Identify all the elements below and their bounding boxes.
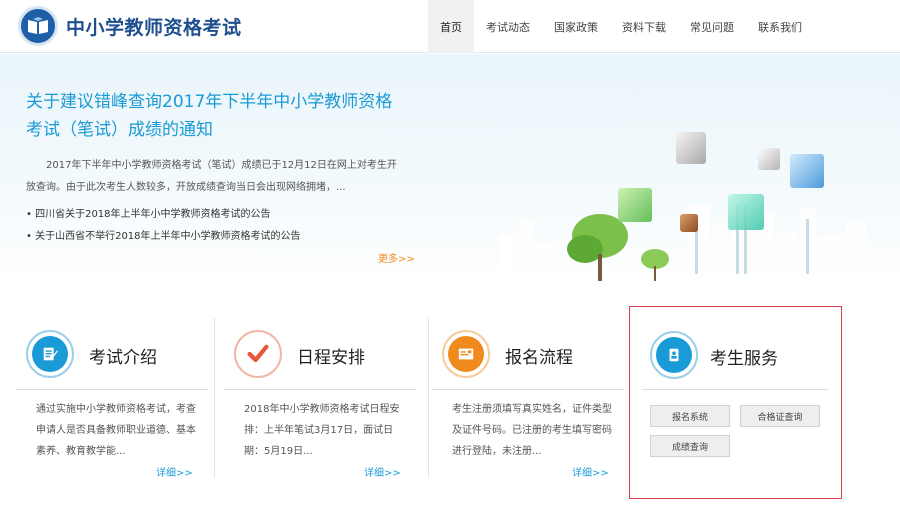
floating-cube-orange	[680, 214, 698, 232]
news-item[interactable]: 关于山西省不举行2018年上半年中小学教师资格考试的公告	[26, 226, 406, 248]
card-title[interactable]: 日程安排	[297, 343, 365, 368]
site-title[interactable]: 中小学教师资格考试	[66, 13, 242, 40]
more-news-link[interactable]: 更多>>	[378, 250, 415, 265]
document-icon	[32, 336, 68, 372]
card-registration-process: 报名流程 考生注册须填写真实姓名，证件类型及证件号码。已注册的考生填写密码进行登…	[432, 313, 628, 493]
divider	[432, 389, 624, 390]
card-title[interactable]: 考试介绍	[89, 343, 157, 368]
floating-cube-teal	[728, 194, 764, 230]
certificate-query-button[interactable]: 合格证查询	[740, 405, 820, 427]
divider	[224, 389, 416, 390]
divider	[428, 318, 429, 478]
nav-faq[interactable]: 常见问题	[678, 0, 746, 53]
score-query-button[interactable]: 成绩查询	[650, 435, 730, 457]
nav-policy[interactable]: 国家政策	[542, 0, 610, 53]
card-icon-ring	[234, 330, 282, 378]
card-schedule: 日程安排 2018年中小学教师资格考试日程安排：上半年笔试3月17日，面试日期：…	[224, 313, 420, 493]
card-more-link[interactable]: 详细>>	[364, 464, 401, 479]
card-more-link[interactable]: 详细>>	[156, 464, 193, 479]
main-nav: 首页 考试动态 国家政策 资料下载 常见问题 联系我们	[428, 0, 814, 53]
headline-link[interactable]: 关于建议错峰查询2017年下半年中小学教师资格考试（笔试）成绩的通知	[26, 88, 406, 144]
feature-cards: 考试介绍 通过实施中小学教师资格考试，考查申请人是否具备教师职业道德、基本素养、…	[0, 283, 900, 513]
book-icon	[28, 17, 48, 34]
contact-book-icon	[656, 337, 692, 373]
divider	[642, 389, 828, 390]
news-list: 四川省关于2018年上半年小中学教师资格考试的公告 关于山西省不举行2018年上…	[26, 204, 406, 248]
card-title[interactable]: 报名流程	[505, 343, 573, 368]
nav-exam-news[interactable]: 考试动态	[474, 0, 542, 53]
card-icon-ring	[442, 330, 490, 378]
service-title[interactable]: 考生服务	[710, 344, 778, 369]
nav-downloads[interactable]: 资料下载	[610, 0, 678, 53]
news-summary: 2017年下半年中小学教师资格考试（笔试）成绩已于12月12日在网上对考生开放查…	[26, 160, 397, 193]
card-text: 2018年中小学教师资格考试日程安排：上半年笔试3月17日，面试日期：5月19日…	[244, 404, 400, 457]
candidate-services-panel: 考生服务 报名系统 合格证查询 成绩查询	[629, 306, 842, 499]
form-icon	[448, 336, 484, 372]
card-exam-intro: 考试介绍 通过实施中小学教师资格考试，考查申请人是否具备教师职业道德、基本素养、…	[16, 313, 212, 493]
site-logo[interactable]	[18, 6, 58, 46]
nav-home[interactable]: 首页	[428, 0, 474, 53]
card-more-link[interactable]: 详细>>	[572, 464, 609, 479]
card-icon-ring	[26, 330, 74, 378]
card-icon-ring	[650, 331, 698, 379]
floating-cube-green	[618, 188, 652, 222]
divider	[214, 318, 215, 478]
checkmark-icon	[240, 336, 276, 372]
site-header: 中小学教师资格考试 首页 考试动态 国家政策 资料下载 常见问题 联系我们	[0, 0, 900, 53]
nav-contact[interactable]: 联系我们	[746, 0, 814, 53]
card-text: 考生注册须填写真实姓名，证件类型及证件号码。已注册的考生填写密码进行登陆，未注册…	[452, 404, 612, 457]
hero-banner: 关于建议错峰查询2017年下半年中小学教师资格考试（笔试）成绩的通知 2017年…	[0, 54, 900, 281]
registration-system-button[interactable]: 报名系统	[650, 405, 730, 427]
floating-cube-small-grey	[758, 148, 780, 170]
news-item[interactable]: 四川省关于2018年上半年小中学教师资格考试的公告	[26, 204, 406, 226]
divider	[16, 389, 208, 390]
card-text: 通过实施中小学教师资格考试，考查申请人是否具备教师职业道德、基本素养、教育教学能…	[36, 404, 196, 457]
floating-cube-grey	[676, 132, 706, 164]
floating-cube-blue	[790, 154, 824, 188]
